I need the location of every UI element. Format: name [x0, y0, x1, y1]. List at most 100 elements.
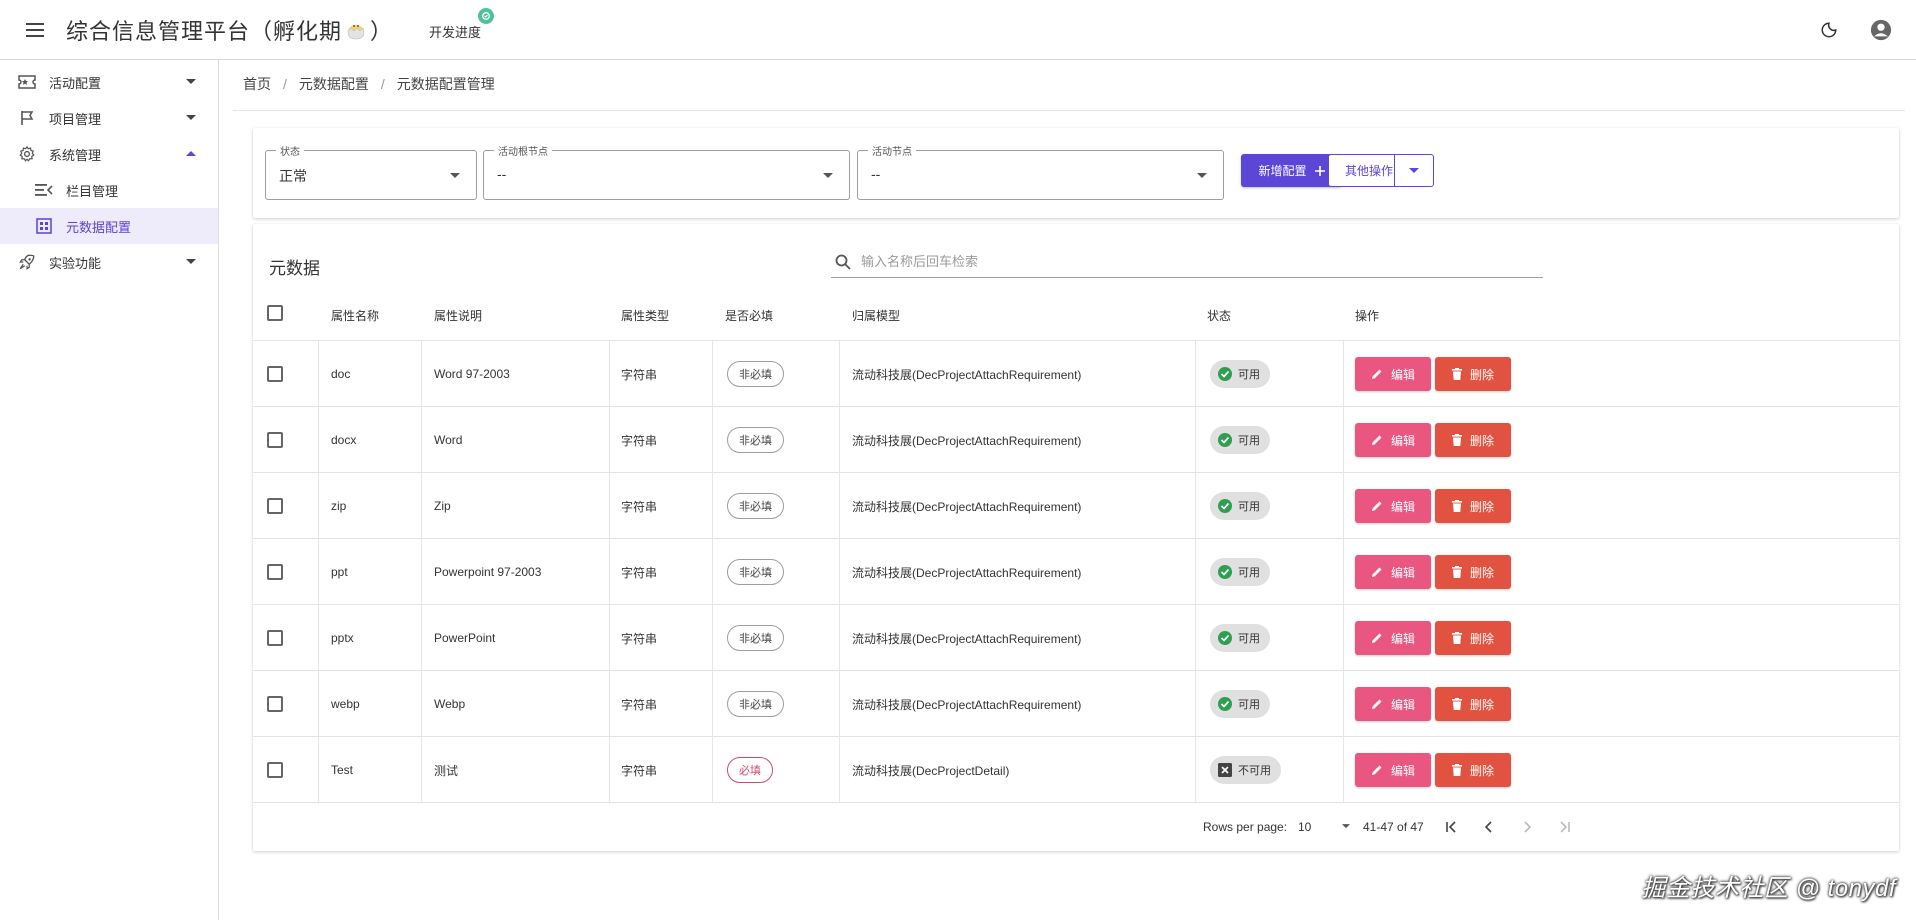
cell-attribute-desc: PowerPoint: [434, 631, 496, 645]
dark-mode-moon-icon[interactable]: [1814, 15, 1844, 45]
dropdown-arrow-icon: [450, 173, 460, 178]
row-checkbox[interactable]: [267, 762, 283, 778]
main-content: 首页 / 元数据配置 / 元数据配置管理 状态 正常 活动根节点 -- 活动节点…: [220, 60, 1916, 920]
cell-attribute-name: docx: [331, 433, 357, 447]
column-divider: [609, 407, 610, 473]
cell-attribute-name: Test: [331, 763, 354, 777]
breadcrumb-divider: [233, 110, 1905, 111]
breadcrumb-separator: /: [283, 76, 287, 92]
column-header[interactable]: 状态: [1207, 307, 1231, 324]
close-box-icon: [1218, 763, 1232, 777]
column-divider: [318, 407, 319, 473]
node-select[interactable]: 活动节点 --: [857, 143, 1224, 200]
edit-button[interactable]: 编辑: [1355, 621, 1431, 655]
row-checkbox[interactable]: [267, 366, 283, 382]
row-checkbox[interactable]: [267, 630, 283, 646]
column-header[interactable]: 属性类型: [621, 307, 669, 324]
row-checkbox[interactable]: [267, 498, 283, 514]
row-checkbox[interactable]: [267, 696, 283, 712]
status-badge: 可用: [1210, 492, 1270, 520]
trash-icon: [1451, 434, 1462, 446]
delete-button-label: 删除: [1469, 499, 1494, 514]
last-page-icon[interactable]: [1553, 815, 1577, 839]
check-circle-icon: [1218, 499, 1232, 513]
row-checkbox[interactable]: [267, 564, 283, 580]
pencil-icon: [1371, 369, 1382, 379]
search-input[interactable]: [861, 254, 1511, 269]
edit-button-label: 编辑: [1390, 631, 1415, 646]
user-avatar-icon[interactable]: [1866, 15, 1896, 45]
column-header[interactable]: 归属模型: [852, 307, 900, 324]
delete-button[interactable]: 删除: [1435, 621, 1511, 655]
edit-button[interactable]: 编辑: [1355, 489, 1431, 523]
table-row: docx Word 字符串 非必填 流动科技展(DecProjectAttachRequ…: [253, 407, 1899, 473]
first-page-icon[interactable]: [1439, 815, 1463, 839]
edit-button[interactable]: 编辑: [1355, 753, 1431, 787]
dev-progress-link[interactable]: 开发进度: [429, 8, 495, 41]
column-header[interactable]: 属性说明: [434, 307, 482, 324]
sidebar-item-metadata-config[interactable]: 元数据配置: [0, 208, 218, 244]
status-text: 可用: [1238, 369, 1260, 381]
previous-page-icon[interactable]: [1477, 815, 1501, 839]
next-page-icon[interactable]: [1515, 815, 1539, 839]
delete-button[interactable]: 删除: [1435, 555, 1511, 589]
sidebar-item-column-management[interactable]: 栏目管理: [0, 172, 218, 208]
select-all-checkbox[interactable]: [267, 305, 283, 321]
required-chip: 非必填: [727, 559, 784, 585]
column-divider: [839, 539, 840, 605]
sidebar-item-activity-config[interactable]: 活动配置: [0, 64, 218, 100]
cell-attribute-type: 字符串: [621, 433, 658, 448]
add-config-button[interactable]: 新增配置: [1241, 154, 1342, 187]
delete-button[interactable]: 删除: [1435, 423, 1511, 457]
column-divider: [421, 605, 422, 671]
sidebar-item-label: 活动配置: [49, 75, 102, 91]
cell-attribute-type: 字符串: [621, 565, 658, 580]
edit-button-label: 编辑: [1390, 565, 1415, 580]
edit-button[interactable]: 编辑: [1355, 357, 1431, 391]
sidebar-item-experimental[interactable]: 实验功能: [0, 244, 218, 280]
edit-button[interactable]: 编辑: [1355, 687, 1431, 721]
pagination: Rows per page: 10 41-47 of 47: [253, 803, 1899, 851]
column-divider: [1195, 539, 1196, 605]
dropdown-arrow-icon: [823, 173, 833, 178]
delete-button-label: 删除: [1469, 697, 1494, 712]
sidebar-item-system-management[interactable]: 系统管理: [0, 136, 218, 172]
status-select[interactable]: 状态 正常: [265, 143, 477, 200]
root-node-select[interactable]: 活动根节点 --: [483, 143, 850, 200]
hamburger-menu-icon[interactable]: [20, 15, 50, 45]
row-checkbox[interactable]: [267, 432, 283, 448]
table-body: doc Word 97-2003 字符串 非必填 流动科技展(DecProjectAtt…: [253, 341, 1899, 803]
breadcrumb-metadata-config[interactable]: 元数据配置: [299, 74, 369, 94]
cell-attribute-type: 字符串: [621, 763, 658, 778]
breadcrumb-home[interactable]: 首页: [243, 74, 271, 94]
cell-attribute-name: zip: [331, 499, 347, 513]
column-divider: [712, 341, 713, 407]
cell-attribute-type: 字符串: [621, 697, 658, 712]
sidebar-item-label: 栏目管理: [66, 183, 119, 199]
delete-button[interactable]: 删除: [1435, 753, 1511, 787]
sidebar-item-label: 实验功能: [49, 255, 102, 271]
column-divider: [609, 737, 610, 803]
edit-button-label: 编辑: [1390, 763, 1415, 778]
column-header[interactable]: 属性名称: [331, 307, 379, 324]
column-divider: [421, 539, 422, 605]
cell-attribute-name: doc: [331, 367, 351, 381]
cell-attribute-desc: Powerpoint 97-2003: [434, 565, 542, 579]
edit-button[interactable]: 编辑: [1355, 555, 1431, 589]
delete-button[interactable]: 删除: [1435, 687, 1511, 721]
column-divider: [1343, 605, 1344, 671]
sidebar-item-project-management[interactable]: 项目管理: [0, 100, 218, 136]
delete-button[interactable]: 删除: [1435, 357, 1511, 391]
page-range: 41-47 of 47: [1363, 820, 1424, 834]
rocket-icon: [17, 252, 37, 272]
other-actions-dropdown[interactable]: [1394, 154, 1434, 187]
check-circle-icon: [1218, 433, 1232, 447]
edit-button[interactable]: 编辑: [1355, 423, 1431, 457]
delete-button[interactable]: 删除: [1435, 489, 1511, 523]
trash-icon: [1451, 632, 1462, 644]
column-divider: [318, 671, 319, 737]
column-header[interactable]: 是否必填: [725, 307, 773, 324]
cell-attribute-desc: Word: [434, 433, 463, 447]
column-divider: [421, 341, 422, 407]
rows-per-page-select[interactable]: 10: [1298, 814, 1358, 840]
